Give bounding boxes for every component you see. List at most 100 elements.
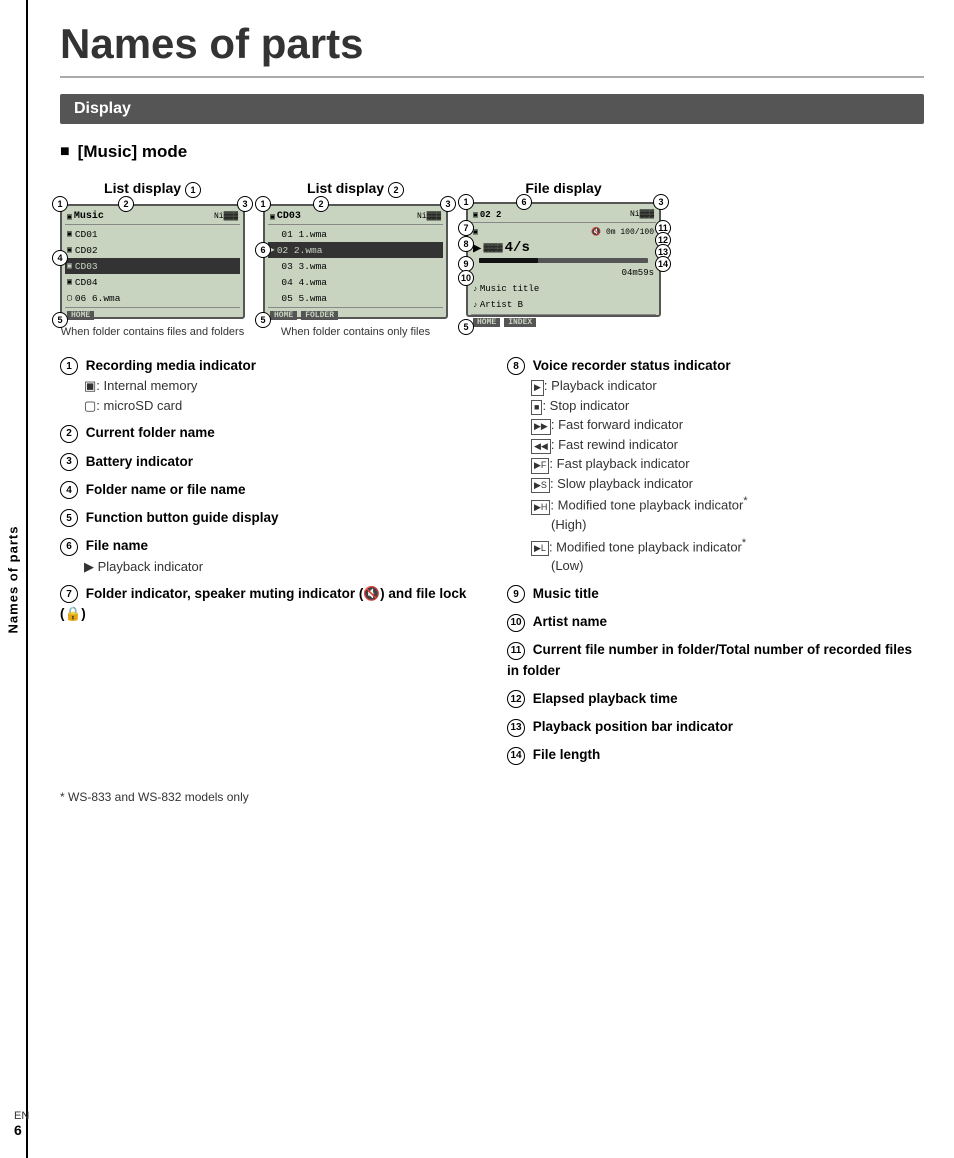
desc-num-11: 11	[507, 642, 525, 660]
section-header: Display	[60, 94, 924, 124]
descriptions: 1 Recording media indicator ▣: Internal …	[60, 356, 924, 774]
circle-5a: 5	[52, 312, 68, 328]
file-progress-bar	[475, 258, 652, 263]
mem-icon: ▣	[67, 212, 72, 222]
page-title: Names of parts	[60, 20, 924, 78]
desc-num-12: 12	[507, 690, 525, 708]
file-music-title: ♪Music title	[471, 281, 656, 297]
page-lang: EN	[14, 1110, 29, 1122]
desc-item-6: 6 File name ▶ Playback indicator	[60, 536, 477, 576]
desc-label-4: Folder name or file name	[86, 482, 246, 497]
circle-10: 10	[458, 270, 474, 286]
lcd-row-file: ▢06 6.wma	[65, 290, 240, 306]
file-header: ▣ 02 2 Ni▓▓▓	[471, 207, 656, 223]
desc-label-3: Battery indicator	[86, 454, 193, 469]
desc-sub-6: ▶ Playback indicator	[84, 557, 477, 577]
desc-sub-8-fast-play: ▶F: Fast playback indicator	[531, 454, 924, 474]
circle-1a: 1	[52, 196, 68, 212]
desc-sub-8-mod-low: ▶L: Modified tone playback indicator*	[531, 535, 924, 557]
circle-7: 7	[458, 220, 474, 236]
circle-5c: 5	[458, 319, 474, 335]
desc-num-7: 7	[60, 585, 78, 603]
list2-screen-wrapper: 1 2 3 6 5 ▣ CD03 Ni▓▓▓ 01 1.wma ▶02 2.wm…	[263, 204, 448, 320]
desc-num-6: 6	[60, 538, 78, 556]
desc-num-3: 3	[60, 453, 78, 471]
displays-row: List display 1 1 2 3 4 5 ▣ Music Ni▓▓▓	[60, 180, 924, 338]
circle-5b: 5	[255, 312, 271, 328]
desc-item-10: 10 Artist name	[507, 612, 924, 632]
desc-col-left: 1 Recording media indicator ▣: Internal …	[60, 356, 477, 774]
desc-sub-8-slow-play: ▶S: Slow playback indicator	[531, 474, 924, 494]
lcd2-row4: 04 4.wma	[268, 274, 443, 290]
desc-label-9: Music title	[533, 586, 599, 601]
desc-label-7: Folder indicator, speaker muting indicat…	[60, 586, 466, 621]
file-artist: ♪Artist B	[471, 297, 656, 313]
lcd-row-cd02: ▣CD02	[65, 242, 240, 258]
page-number: 6	[14, 1122, 22, 1138]
list1-caption: When folder contains files and folders	[61, 326, 244, 338]
desc-label-12: Elapsed playback time	[533, 691, 678, 706]
desc-item-1: 1 Recording media indicator ▣: Internal …	[60, 356, 477, 415]
lcd2-row2-selected: ▶02 2.wma	[268, 242, 443, 258]
desc-sub-8-high-label: (High)	[551, 515, 924, 535]
desc-num-14: 14	[507, 747, 525, 765]
desc-label-14: File length	[533, 747, 601, 762]
side-label: Names of parts	[0, 0, 28, 1158]
desc-label-1: Recording media indicator	[86, 358, 256, 373]
circle-6a: 6	[255, 242, 271, 258]
file-time: 04m59s	[471, 265, 656, 281]
list2-lcd: ▣ CD03 Ni▓▓▓ 01 1.wma ▶02 2.wma 03 3.wma…	[263, 204, 448, 319]
lcd-footer-row: HOME	[65, 307, 240, 323]
circle-3a: 3	[237, 196, 253, 212]
desc-item-2: 2 Current folder name	[60, 423, 477, 443]
desc-item-7: 7 Folder indicator, speaker muting indic…	[60, 584, 477, 625]
file-playback-row: ▶ ▓▓▓▓ 4/s	[471, 240, 656, 256]
desc-item-14: 14 File length	[507, 745, 924, 765]
desc-label-8: Voice recorder status indicator	[533, 358, 731, 373]
circle-4a: 4	[52, 250, 68, 266]
file-display-title: File display	[525, 180, 601, 196]
music-mode-heading: [Music] mode	[60, 142, 924, 162]
file-screen-wrapper: 1 6 3 7 8 9 10 11 12 13 14 5 ▣ 02 2 Ni▓▓…	[466, 202, 661, 327]
desc-num-13: 13	[507, 719, 525, 737]
side-label-text: Names of parts	[6, 525, 21, 633]
list-display-2: List display 2 1 2 3 6 5 ▣ CD03 Ni▓▓▓ 01…	[263, 180, 448, 338]
desc-label-2: Current folder name	[86, 425, 215, 440]
desc-sub-1a: ▣: Internal memory	[84, 376, 477, 396]
progress-fill	[479, 258, 538, 263]
desc-sub-1b: ▢: microSD card	[84, 396, 477, 416]
list1-title: List display 1	[104, 180, 201, 198]
circle-2a: 2	[118, 196, 134, 212]
desc-label-11: Current file number in folder/Total numb…	[507, 642, 912, 677]
desc-num-1: 1	[60, 357, 78, 375]
desc-label-10: Artist name	[533, 614, 607, 629]
desc-sub-8-stop: ■: Stop indicator	[531, 396, 924, 416]
list1-lcd: ▣ Music Ni▓▓▓ ▣CD01 ▣CD02 ▣CD03 ▣CD04	[60, 204, 245, 319]
desc-label-5: Function button guide display	[86, 510, 279, 525]
desc-item-5: 5 Function button guide display	[60, 508, 477, 528]
circle-3c: 3	[653, 194, 669, 210]
circle-1c: 1	[458, 194, 474, 210]
battery-icon: Ni▓▓▓	[214, 212, 238, 221]
circle-6b: 6	[516, 194, 532, 210]
circle-3b: 3	[440, 196, 456, 212]
list2-caption: When folder contains only files	[281, 326, 430, 338]
desc-num-9: 9	[507, 585, 525, 603]
desc-num-5: 5	[60, 509, 78, 527]
lcd-header-row: ▣ Music Ni▓▓▓	[65, 209, 240, 225]
desc-item-11: 11 Current file number in folder/Total n…	[507, 640, 924, 681]
circle-2b: 2	[313, 196, 329, 212]
desc-sub-8-rew: ◀◀: Fast rewind indicator	[531, 435, 924, 455]
desc-num-10: 10	[507, 614, 525, 632]
file-footer: HOME INDEX	[471, 314, 656, 330]
lcd-row-cd04: ▣CD04	[65, 274, 240, 290]
lcd2-header: ▣ CD03 Ni▓▓▓	[268, 209, 443, 225]
lcd-row-cd03-selected: ▣CD03	[65, 258, 240, 274]
list-display-1: List display 1 1 2 3 4 5 ▣ Music Ni▓▓▓	[60, 180, 245, 338]
lcd2-row1: 01 1.wma	[268, 226, 443, 242]
desc-num-8: 8	[507, 357, 525, 375]
file-display: File display 1 6 3 7 8 9 10 11 12 13 14 …	[466, 180, 661, 327]
desc-item-9: 9 Music title	[507, 584, 924, 604]
desc-sub-8-low-label: (Low)	[551, 556, 924, 576]
lcd2-footer: HOME FOLDER	[268, 307, 443, 323]
